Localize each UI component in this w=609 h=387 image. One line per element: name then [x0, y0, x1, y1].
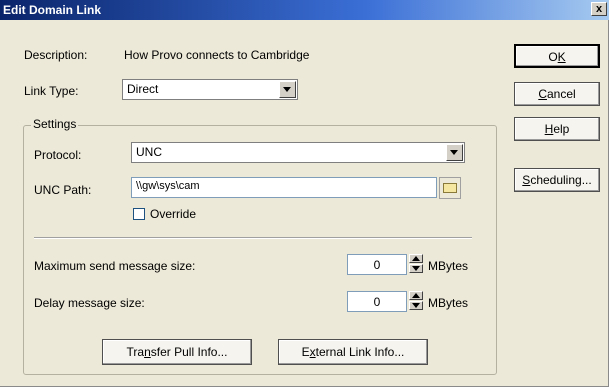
close-button[interactable]: x — [591, 2, 607, 16]
transfer-label-key: n — [144, 345, 151, 359]
help-button[interactable]: Help — [514, 117, 600, 141]
ok-label-key: K — [557, 50, 566, 64]
help-label-post: elp — [553, 122, 570, 136]
separator — [34, 237, 472, 239]
transfer-pull-info-button[interactable]: Transfer Pull Info... — [102, 339, 252, 365]
transfer-label-pre: Tra — [126, 345, 145, 359]
title-bar: Edit Domain Link — [0, 0, 609, 20]
unc-path-input[interactable]: \\gw\sys\cam — [131, 177, 437, 198]
link-type-value: Direct — [127, 82, 159, 96]
protocol-select[interactable]: UNC — [131, 142, 465, 163]
transfer-label-post: sfer Pull Info... — [150, 345, 228, 359]
folder-icon — [443, 183, 457, 193]
ok-button[interactable]: OK — [514, 44, 600, 68]
external-label-post: ternal Link Info... — [315, 345, 405, 359]
close-icon: x — [595, 3, 603, 15]
max-send-down-icon[interactable] — [409, 264, 423, 273]
max-send-input[interactable]: 0 — [347, 254, 407, 275]
chevron-down-icon[interactable] — [279, 81, 296, 98]
link-type-select[interactable]: Direct — [122, 79, 298, 100]
settings-group-title: Settings — [31, 117, 79, 131]
max-send-up-icon[interactable] — [409, 254, 423, 263]
delay-input[interactable]: 0 — [347, 291, 407, 312]
cancel-button[interactable]: Cancel — [514, 82, 600, 106]
external-link-info-button[interactable]: External Link Info... — [278, 339, 428, 365]
description-label: Description: — [24, 48, 88, 62]
unc-path-label: UNC Path: — [34, 183, 92, 197]
max-send-label: Maximum send message size: — [34, 259, 196, 273]
scheduling-button[interactable]: Scheduling... — [514, 168, 600, 192]
max-send-value: 0 — [373, 258, 381, 272]
delay-down-icon[interactable] — [409, 301, 423, 310]
max-send-unit: MBytes — [428, 259, 469, 273]
ok-label-pre: O — [548, 50, 558, 64]
delay-value: 0 — [373, 295, 381, 309]
cancel-label-key: C — [538, 87, 547, 101]
protocol-label: Protocol: — [34, 148, 82, 162]
unc-path-value: \\gw\sys\cam — [136, 180, 200, 192]
scheduling-label-post: cheduling... — [530, 173, 592, 187]
override-checkbox[interactable] — [133, 208, 145, 220]
external-label-pre: E — [301, 345, 310, 359]
link-type-label: Link Type: — [24, 84, 79, 98]
browse-button[interactable] — [439, 177, 461, 199]
delay-label: Delay message size: — [34, 296, 145, 310]
delay-unit: MBytes — [428, 296, 469, 310]
override-label: Override — [150, 207, 197, 221]
cancel-label-post: ancel — [546, 87, 576, 101]
delay-up-icon[interactable] — [409, 291, 423, 300]
description-value: How Provo connects to Cambridge — [124, 48, 310, 62]
protocol-value: UNC — [136, 145, 162, 159]
window-title: Edit Domain Link — [3, 3, 102, 17]
chevron-down-icon[interactable] — [446, 144, 463, 161]
edit-domain-link-dialog: Edit Domain Link x Description: How Prov… — [0, 0, 609, 387]
